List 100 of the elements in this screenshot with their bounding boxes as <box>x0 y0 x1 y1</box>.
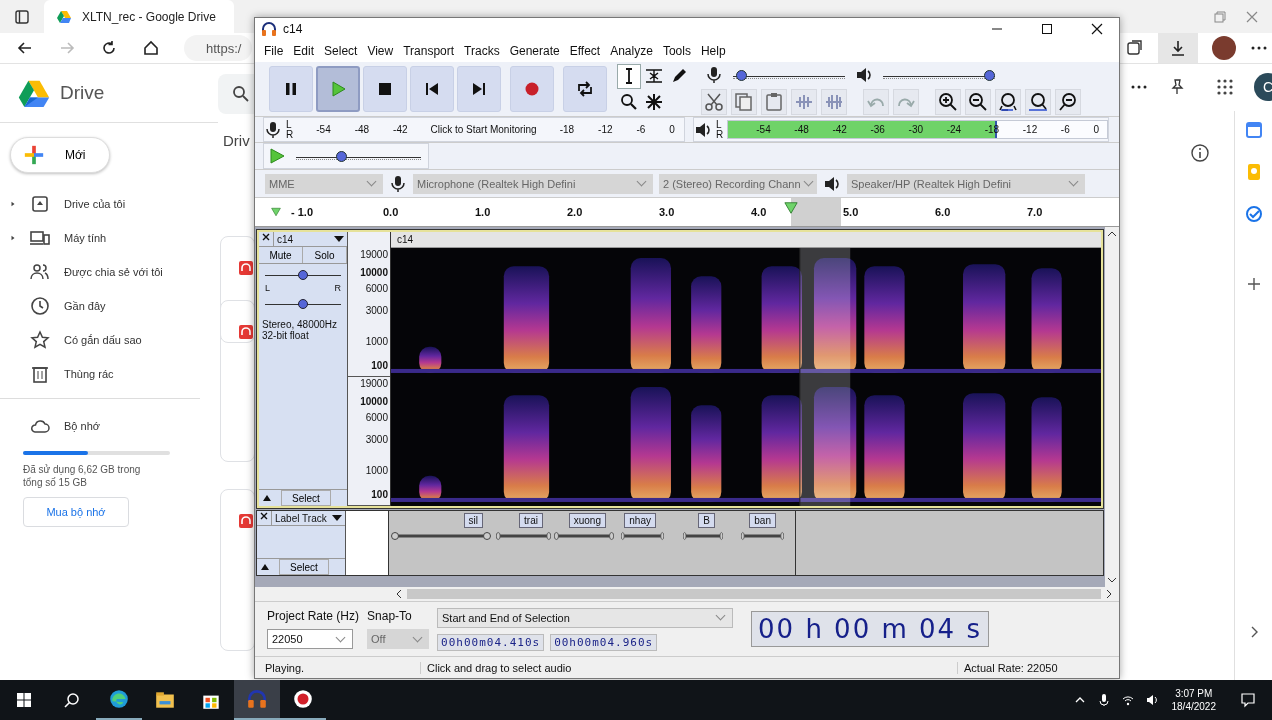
zoom-toggle-icon[interactable] <box>1055 88 1081 115</box>
horizontal-scrollbar[interactable] <box>255 587 1119 601</box>
profile-avatar[interactable] <box>1212 36 1236 60</box>
menu-item[interactable]: View <box>362 44 399 58</box>
menu-item[interactable]: Generate <box>504 44 565 58</box>
buy-storage-button[interactable]: Mua bộ nhớ <box>23 497 129 527</box>
browser-tab[interactable]: XLTN_rec - Google Drive <box>44 0 234 33</box>
nav-item[interactable]: Gần đây <box>0 289 210 323</box>
selection-mode-dropdown[interactable]: Start and End of Selection <box>437 607 734 628</box>
collapse-icon[interactable] <box>263 494 271 502</box>
project-rate-dropdown[interactable]: 22050 <box>267 629 353 649</box>
slider-thumb[interactable] <box>736 70 747 81</box>
zoom-fit-icon[interactable] <box>1025 88 1051 115</box>
menu-item[interactable]: Tools <box>657 44 696 58</box>
clock-date[interactable]: 18/4/2022 <box>1171 700 1216 713</box>
label-region-drawing[interactable] <box>554 530 614 542</box>
tab-actions-icon[interactable] <box>14 8 30 25</box>
select-button[interactable]: Select <box>281 490 331 506</box>
track-name-menu[interactable]: c14 <box>274 232 347 246</box>
label-text[interactable]: sil <box>463 513 483 528</box>
menu-item[interactable]: Help <box>695 44 731 58</box>
gain-slider[interactable] <box>265 268 341 282</box>
track-name-menu[interactable]: Label Track <box>272 511 345 525</box>
zoom-selection-icon[interactable] <box>995 88 1021 115</box>
close-icon[interactable] <box>1091 23 1103 35</box>
collapse-icon[interactable] <box>261 563 269 571</box>
nav-item[interactable]: Được chia sẻ với tôi <box>0 255 210 289</box>
label-text[interactable]: trai <box>519 513 543 528</box>
record-button[interactable] <box>510 66 554 112</box>
output-device-dropdown[interactable]: Speaker/HP (Realtek High Defini <box>847 173 1085 194</box>
refresh-icon[interactable] <box>100 39 118 57</box>
start-icon[interactable] <box>16 692 32 708</box>
pause-button[interactable] <box>269 66 313 112</box>
selection-start-field[interactable]: 00h00m04.410s <box>437 633 545 651</box>
slider-thumb[interactable] <box>335 151 347 162</box>
tasks-icon[interactable] <box>1244 205 1263 223</box>
menu-item[interactable]: Edit <box>288 44 320 58</box>
selection-end-field[interactable]: 00h00m04.960s <box>550 633 658 651</box>
label-region-drawing[interactable] <box>391 530 491 542</box>
audacity-taskbar-icon[interactable] <box>234 680 280 720</box>
clock-time[interactable]: 3:07 PM <box>1175 687 1213 700</box>
label-text[interactable]: B <box>698 513 715 528</box>
silence-icon[interactable] <box>821 88 847 115</box>
time-display[interactable]: 00 h 00 m 04 s <box>751 611 989 647</box>
copy-icon[interactable] <box>731 88 757 115</box>
playback-volume-slider[interactable] <box>883 69 995 81</box>
menu-item[interactable]: Analyze <box>605 44 658 58</box>
input-device-dropdown[interactable]: Microphone (Realtek High Defini <box>413 173 653 194</box>
zoom-out-icon[interactable] <box>965 88 991 115</box>
storage-label[interactable]: Bộ nhớ <box>64 420 100 432</box>
slider-thumb[interactable] <box>984 70 995 81</box>
skip-start-button[interactable] <box>410 66 454 112</box>
collections-icon[interactable] <box>1126 39 1144 57</box>
stop-button[interactable] <box>363 66 407 112</box>
nav-item[interactable]: Máy tính <box>0 221 210 255</box>
cut-icon[interactable] <box>701 88 727 115</box>
menu-item[interactable]: Transport <box>398 44 460 58</box>
maximize-icon[interactable] <box>1041 23 1053 35</box>
download-button[interactable] <box>1158 33 1198 63</box>
playback-speed-slider[interactable] <box>296 150 421 162</box>
slider-thumb[interactable] <box>298 299 308 309</box>
home-icon[interactable] <box>142 39 160 57</box>
apps-grid-icon[interactable] <box>1216 78 1234 96</box>
address-bar[interactable]: https:/ <box>184 35 252 61</box>
vertical-scrollbar[interactable] <box>1105 227 1119 587</box>
clip-title-bar[interactable]: c14 <box>391 232 1101 248</box>
wifi-icon[interactable] <box>1121 694 1134 706</box>
notifications-icon[interactable] <box>1240 692 1256 708</box>
expand-arrow-icon[interactable] <box>10 234 16 242</box>
nav-item[interactable]: Có gắn dấu sao <box>0 323 210 357</box>
pan-slider[interactable] <box>265 297 341 311</box>
play-at-speed-icon[interactable] <box>268 147 286 165</box>
select-button[interactable]: Select <box>279 559 329 575</box>
close-track-icon[interactable] <box>260 512 268 520</box>
zoom-in-icon[interactable] <box>935 88 961 115</box>
meter-prompt[interactable]: Click to Start Monitoring <box>430 124 537 135</box>
label-region-drawing[interactable] <box>683 530 723 542</box>
channels-dropdown[interactable]: 2 (Stereo) Recording Chann <box>659 173 817 194</box>
recording-volume-slider[interactable] <box>733 69 845 81</box>
label-text[interactable]: ban <box>749 513 776 528</box>
slider-thumb[interactable] <box>298 270 308 280</box>
skip-end-button[interactable] <box>457 66 501 112</box>
label-region-drawing[interactable] <box>741 530 784 542</box>
scroll-up-icon[interactable] <box>1108 230 1116 238</box>
select-tool-button[interactable] <box>617 63 641 89</box>
close-track-icon[interactable] <box>262 233 270 241</box>
nav-item[interactable]: Thùng rác <box>0 357 210 391</box>
menu-item[interactable]: File <box>259 44 289 58</box>
microphone-icon[interactable] <box>1097 694 1110 706</box>
new-button[interactable]: Mới <box>10 137 110 173</box>
recording-meter[interactable]: L R -54 -48 -42 Click to Start Monitoring -18 -12 -6 0 <box>263 117 685 142</box>
label-region-drawing[interactable] <box>621 530 664 542</box>
paste-icon[interactable] <box>761 88 787 115</box>
account-avatar[interactable]: C <box>1254 73 1272 101</box>
label-text[interactable]: nhay <box>624 513 656 528</box>
volume-icon[interactable] <box>1145 694 1158 706</box>
label-region-drawing[interactable] <box>496 530 551 542</box>
scroll-down-icon[interactable] <box>1108 576 1116 584</box>
menu-item[interactable]: Tracks <box>459 44 505 58</box>
search-field[interactable] <box>218 74 254 114</box>
